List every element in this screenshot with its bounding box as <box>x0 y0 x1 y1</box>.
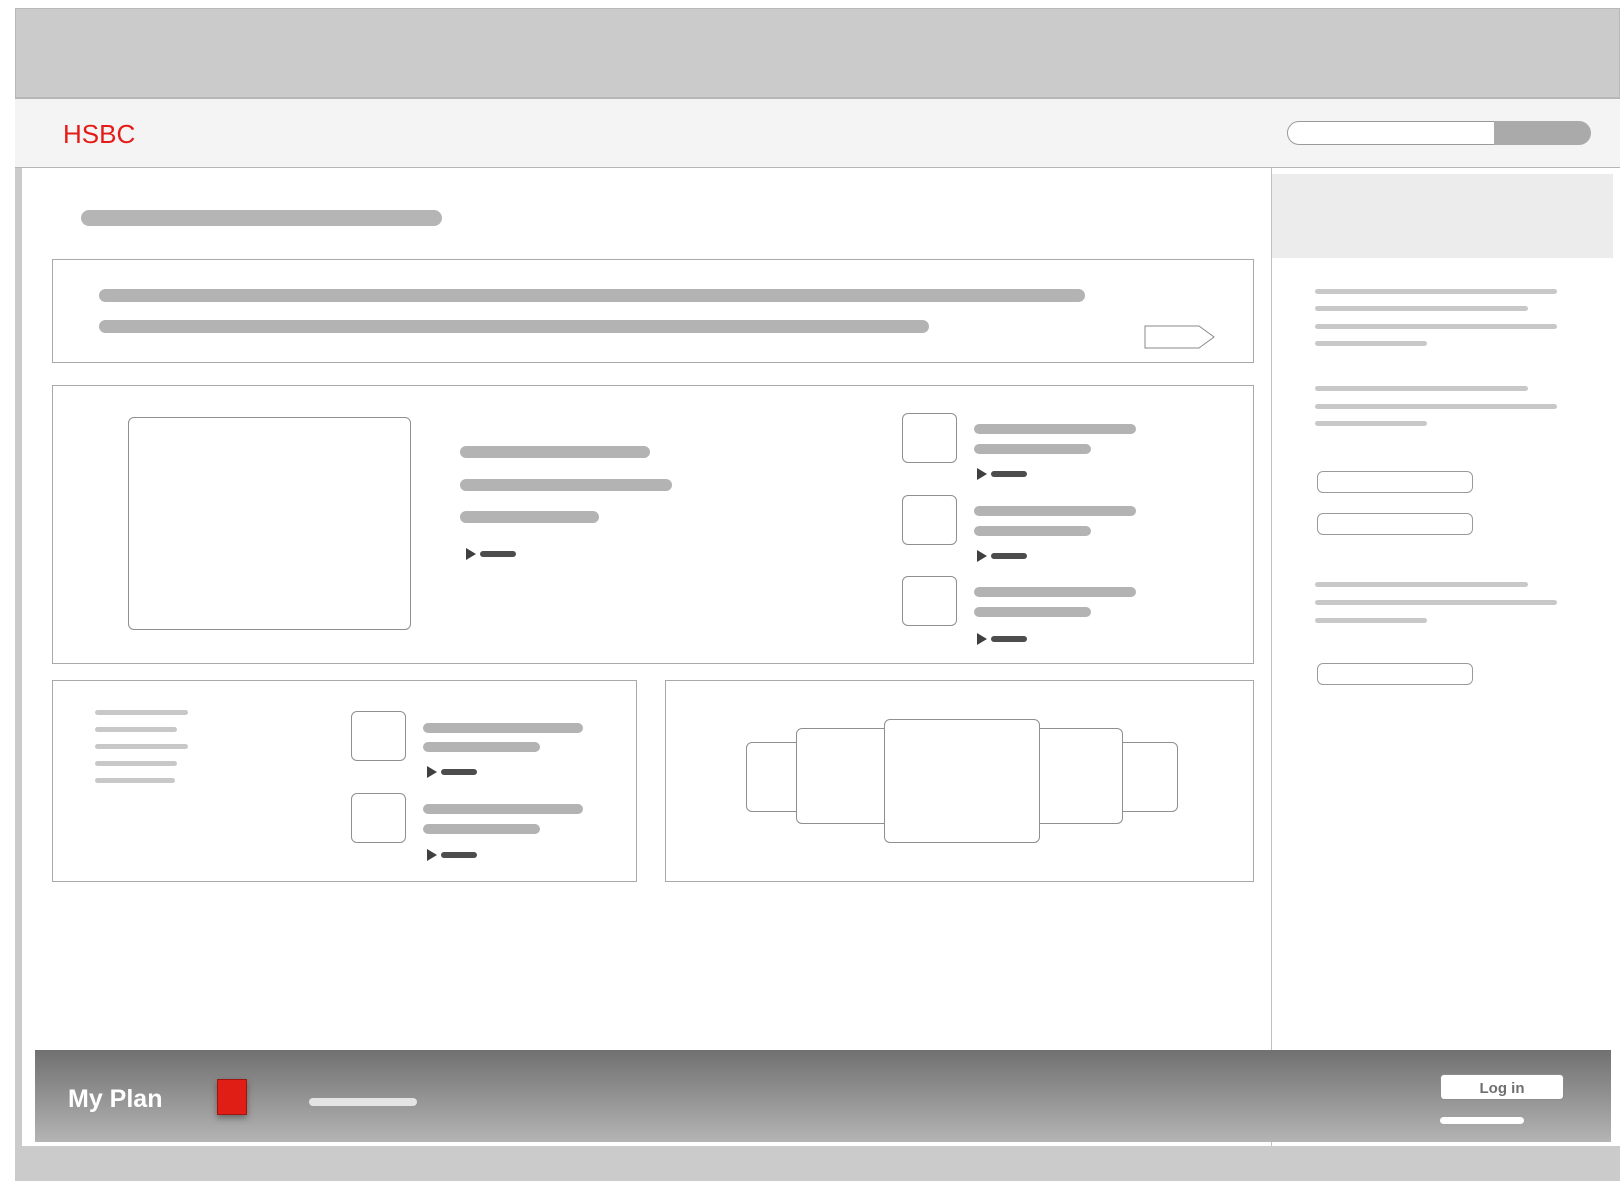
play-arrow-icon <box>977 468 987 480</box>
list-item-line <box>974 424 1136 434</box>
nav-link-line[interactable] <box>95 710 188 715</box>
sidebar-text-line <box>1315 289 1557 294</box>
search-input[interactable] <box>1287 121 1497 145</box>
play-arrow-icon <box>466 548 476 560</box>
more-link[interactable] <box>991 636 1027 642</box>
carousel-panel <box>665 680 1254 882</box>
window-top-bar <box>15 8 1620 98</box>
login-button[interactable]: Log in <box>1440 1074 1564 1100</box>
sidebar <box>1271 168 1620 1146</box>
sidebar-text-line <box>1315 341 1427 346</box>
featured-panel <box>52 385 1254 664</box>
nav-link-line[interactable] <box>95 778 175 783</box>
more-link[interactable] <box>991 471 1027 477</box>
list-item-thumbnail[interactable] <box>351 711 406 761</box>
list-item-thumbnail[interactable] <box>902 576 957 626</box>
sidebar-text-line <box>1315 386 1528 391</box>
carousel-card-center[interactable] <box>884 719 1040 843</box>
sidebar-text-line <box>1315 324 1557 329</box>
sidebar-text-line <box>1315 306 1528 311</box>
featured-text-line <box>460 446 650 458</box>
list-item-line <box>423 742 540 752</box>
featured-text-line <box>460 479 672 491</box>
play-arrow-icon <box>427 766 437 778</box>
list-item-line <box>974 607 1091 617</box>
sidebar-input-field[interactable] <box>1317 663 1473 685</box>
sidebar-text-line <box>1315 618 1427 623</box>
nav-link-line[interactable] <box>95 727 177 732</box>
list-item-line <box>423 804 583 814</box>
sidebar-text-line <box>1315 582 1528 587</box>
window-left-edge <box>15 168 22 1146</box>
list-item-thumbnail[interactable] <box>351 793 406 843</box>
nav-link-line[interactable] <box>95 744 188 749</box>
links-panel <box>52 680 637 882</box>
site-header: HSBC <box>15 98 1620 168</box>
forgot-link[interactable] <box>1440 1117 1524 1124</box>
brand-logo[interactable]: HSBC <box>63 119 135 150</box>
play-arrow-icon <box>977 633 987 645</box>
sidebar-input-field[interactable] <box>1317 513 1473 535</box>
login-button-label: Log in <box>1479 1080 1525 1097</box>
list-item-line <box>974 587 1136 597</box>
sidebar-text-line <box>1315 421 1427 426</box>
plan-title: My Plan <box>68 1085 163 1113</box>
plan-footer-bar: My Plan Log in <box>35 1050 1611 1142</box>
intro-text-line <box>99 320 929 333</box>
more-link[interactable] <box>441 769 477 775</box>
more-link[interactable] <box>441 852 477 858</box>
list-item-line <box>423 723 583 733</box>
list-item-line <box>974 526 1091 536</box>
featured-text-line <box>460 511 599 523</box>
featured-image[interactable] <box>128 417 411 630</box>
list-item-line <box>974 506 1136 516</box>
plan-summary-line <box>309 1098 417 1106</box>
tag-arrow-icon[interactable] <box>1144 325 1216 349</box>
sidebar-text-line <box>1315 404 1557 409</box>
sidebar-banner <box>1272 174 1613 258</box>
more-link[interactable] <box>991 553 1027 559</box>
window-bottom-bar <box>15 1146 1620 1181</box>
play-arrow-icon <box>977 550 987 562</box>
intro-text-line <box>99 289 1085 302</box>
nav-link-line[interactable] <box>95 761 177 766</box>
play-arrow-icon <box>427 849 437 861</box>
list-item-line <box>974 444 1091 454</box>
sidebar-text-line <box>1315 600 1557 605</box>
intro-panel <box>52 259 1254 363</box>
more-link[interactable] <box>480 551 516 557</box>
list-item-line <box>423 824 540 834</box>
list-item-thumbnail[interactable] <box>902 413 957 463</box>
list-item-thumbnail[interactable] <box>902 495 957 545</box>
carousel-card-left[interactable] <box>796 728 896 824</box>
plan-color-swatch[interactable] <box>217 1079 247 1115</box>
search-button[interactable] <box>1494 121 1591 145</box>
page-title <box>81 210 442 226</box>
sidebar-input-field[interactable] <box>1317 471 1473 493</box>
